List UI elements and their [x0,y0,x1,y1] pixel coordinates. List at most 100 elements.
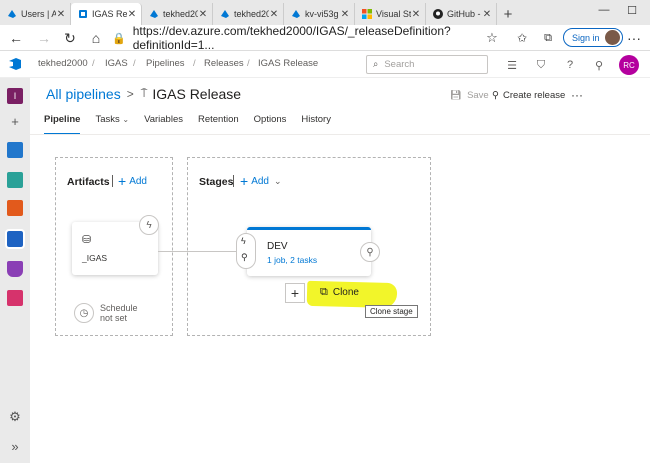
close-tab-icon[interactable]: ✕ [482,9,492,20]
tab-history[interactable]: History [301,114,331,130]
pipelines-icon[interactable] [5,229,25,249]
breadcrumb-org[interactable]: tekhed2000 [38,58,88,69]
browser-tab-title: kv-vi53g [305,9,339,19]
browser-tab[interactable]: kv-vi53g ✕ [284,3,355,25]
pre-deployment-approver-icon: ⚲ [241,252,248,262]
build-artifact-icon: ⛁ [82,234,92,246]
add-stage-plus-button[interactable]: + [285,283,305,303]
browser-tab-title: tekhed20 [234,9,269,19]
breadcrumb-releases[interactable]: Releases [204,58,244,69]
browser-tab-title: IGAS Rele [92,9,127,19]
browser-tab-active[interactable]: IGAS Rele ✕ [71,3,142,25]
microsoft-icon [361,9,372,20]
schedule-clock-icon[interactable]: ◷ [74,303,94,323]
home-icon[interactable]: ⌂ [86,28,106,48]
user-settings-icon[interactable]: ⚲ [591,57,607,73]
schedule-status: not set [100,313,128,323]
post-deployment-approver-icon[interactable]: ⚲ [360,242,380,262]
list-icon[interactable]: ☰ [504,57,520,73]
browser-tab-title: Visual Stu [376,9,411,19]
close-tab-icon[interactable]: ✕ [127,9,137,20]
marketplace-icon[interactable]: ⛉ [533,57,549,73]
rocket-icon: ⚲ [492,89,499,101]
url-field[interactable]: 🔒 https://dev.azure.com/tekhed2000/IGAS/… [112,24,500,52]
azure-devops-logo-icon[interactable] [8,57,22,71]
add-artifact-button[interactable]: + Add [118,173,147,189]
schedule-label[interactable]: Schedule [100,303,138,313]
continuous-deployment-trigger-icon[interactable]: ϟ [139,215,159,235]
artifacts-icon[interactable] [7,290,23,306]
new-tab-button[interactable]: + [497,3,519,25]
sign-in-button[interactable]: Sign in [563,28,623,47]
add-stage-button[interactable]: + Add ⌄ [240,173,282,189]
stage-name: DEV [267,241,288,252]
repos-icon[interactable] [7,200,23,216]
search-placeholder: Search [384,59,415,70]
close-tab-icon[interactable]: ✕ [411,9,421,20]
github-icon [432,9,443,20]
close-tab-icon[interactable]: ✕ [56,9,66,20]
create-release-button[interactable]: ⚲ Create release [492,88,565,102]
user-avatar[interactable]: RC [619,55,639,75]
tab-variables[interactable]: Variables [144,114,183,130]
azure-devops-icon [77,9,88,20]
breadcrumb-separator: / [133,58,136,69]
browser-tab[interactable]: GitHub - ✕ [426,3,497,25]
browser-menu-button[interactable]: ··· [624,28,644,48]
azure-devops-icon [219,9,230,20]
tab-options[interactable]: Options [254,114,287,130]
clone-stage-tooltip: Clone stage [365,305,418,318]
pre-deployment-conditions-button[interactable]: ϟ ⚲ [236,233,256,269]
stage-card[interactable]: DEV 1 job, 2 tasks [247,227,371,276]
breadcrumb-separator: / [92,58,95,69]
release-pipeline-icon: ⍑ [140,87,148,100]
breadcrumb-pipelines[interactable]: Pipelines [146,58,185,69]
close-tab-icon[interactable]: ✕ [269,9,279,20]
more-actions-button[interactable]: ··· [571,88,583,102]
refresh-icon[interactable]: ↻ [60,28,80,48]
search-box[interactable]: ⌕ Search [366,55,488,74]
tab-tasks[interactable]: Tasks ⌄ [95,114,129,130]
breadcrumb-project[interactable]: IGAS [105,58,128,69]
maximize-icon[interactable]: ☐ [614,0,650,20]
gear-icon[interactable]: ⚙ [7,409,23,425]
expand-nav-icon[interactable]: » [7,438,23,454]
boards-icon[interactable] [7,172,23,188]
browser-tab-title: GitHub - [447,9,481,19]
tab-tasks-label: Tasks [95,114,120,125]
search-icon: ⌕ [373,59,379,70]
help-icon[interactable]: ? [562,57,578,73]
project-icon[interactable]: I [7,88,23,104]
collections-icon[interactable]: ⧉ [538,28,558,48]
divider [233,175,234,187]
add-icon[interactable]: + [7,113,23,129]
breadcrumb-release[interactable]: IGAS Release [258,58,318,69]
stage-detail-link[interactable]: 1 job, 2 tasks [267,255,317,265]
browser-tab[interactable]: tekhed20 ✕ [213,3,284,25]
plus-icon: + [240,173,249,189]
favorite-star-icon[interactable]: ☆ [482,28,502,48]
close-tab-icon[interactable]: ✕ [198,9,208,20]
page-title[interactable]: IGAS Release [152,86,241,102]
tab-retention[interactable]: Retention [198,114,239,130]
breadcrumb-separator: / [247,58,250,69]
create-release-label: Create release [502,89,566,101]
favorites-icon[interactable]: ✩ [512,28,532,48]
save-button[interactable]: 💾︎ Save [450,88,489,102]
clone-stage-button[interactable]: ⧉ Clone [320,286,359,299]
close-tab-icon[interactable]: ✕ [340,9,350,20]
tab-pipeline[interactable]: Pipeline [44,114,81,135]
chevron-down-icon: ⌄ [273,175,282,186]
artifacts-title: Artifacts [67,176,110,188]
overview-icon[interactable] [7,142,23,158]
all-pipelines-link[interactable]: All pipelines [46,86,121,102]
back-icon[interactable]: ← [6,28,26,48]
forward-icon[interactable]: → [34,28,54,48]
browser-tab[interactable]: tekhed20 ✕ [142,3,213,25]
browser-tab[interactable]: Visual Stu ✕ [355,3,426,25]
save-icon: 💾︎ [450,89,463,101]
pipeline-tabs: Pipeline Tasks ⌄ Variables Retention Opt… [44,114,346,135]
test-plans-icon[interactable] [7,261,23,277]
left-nav-rail: I + ⚙ » [0,78,30,463]
browser-tab[interactable]: Users | All ✕ [0,3,71,25]
